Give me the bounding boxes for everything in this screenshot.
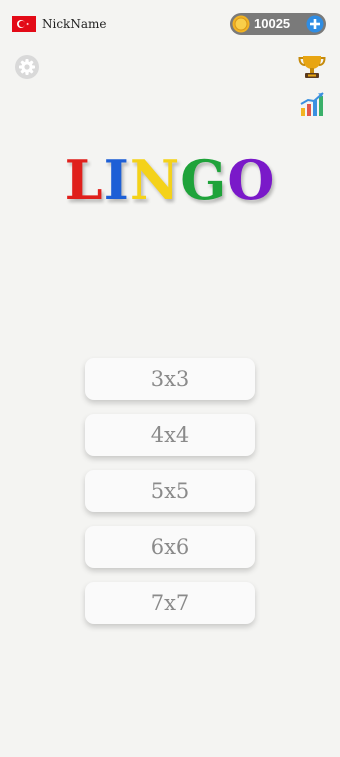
title-letter-g: G bbox=[180, 148, 228, 212]
grid-size-menu: 3x3 4x4 5x5 6x6 7x7 bbox=[85, 358, 255, 638]
coin-count: 10025 bbox=[254, 16, 291, 31]
mode-5x5-button[interactable]: 5x5 bbox=[85, 470, 255, 512]
coin-icon bbox=[232, 15, 250, 33]
gear-icon[interactable] bbox=[14, 54, 40, 80]
coin-balance: 10025 bbox=[230, 13, 326, 35]
mode-7x7-button[interactable]: 7x7 bbox=[85, 582, 255, 624]
top-bar: NickName 10025 bbox=[0, 0, 340, 50]
title-letter-i: I bbox=[103, 148, 130, 212]
mode-3x3-button[interactable]: 3x3 bbox=[85, 358, 255, 400]
mode-6x6-button[interactable]: 6x6 bbox=[85, 526, 255, 568]
profile[interactable]: NickName bbox=[12, 16, 106, 32]
bar-chart-icon[interactable] bbox=[298, 90, 326, 118]
trophy-icon[interactable] bbox=[298, 52, 326, 80]
title-letter-l: L bbox=[64, 148, 104, 212]
game-title-logo: LINGO bbox=[0, 148, 340, 212]
title-letter-n: N bbox=[129, 148, 181, 212]
nickname-label: NickName bbox=[42, 17, 107, 31]
title-letter-o: O bbox=[227, 148, 276, 212]
plus-icon[interactable] bbox=[306, 15, 324, 33]
mode-4x4-button[interactable]: 4x4 bbox=[85, 414, 255, 456]
turkey-flag-icon bbox=[12, 16, 36, 32]
